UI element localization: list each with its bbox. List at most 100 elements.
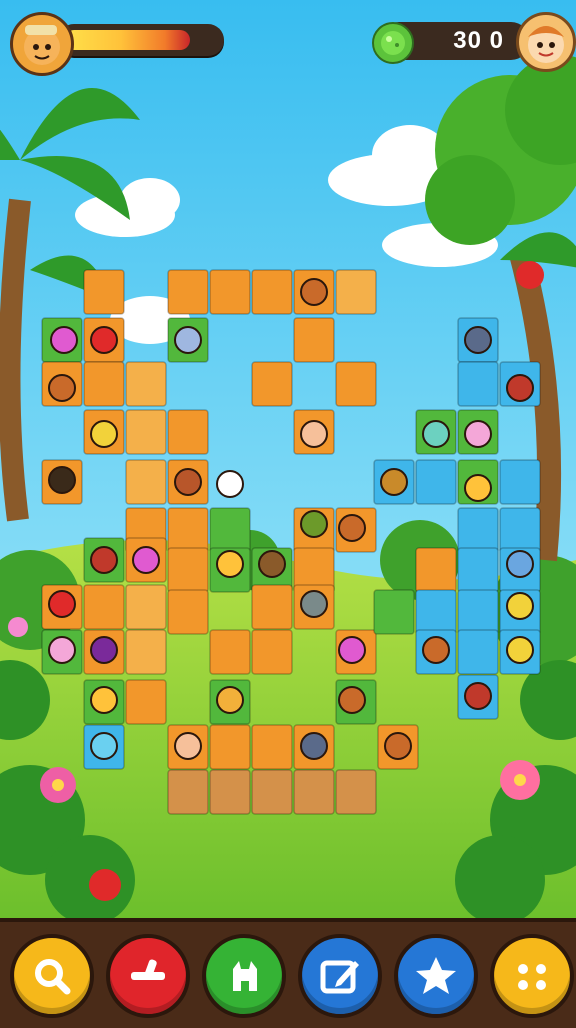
character-button[interactable]: [202, 934, 286, 1018]
board-tile[interactable]: [415, 459, 457, 505]
game-piece[interactable]: [216, 550, 244, 578]
board-tile[interactable]: [209, 769, 251, 815]
game-piece[interactable]: [464, 474, 492, 502]
game-piece[interactable]: [48, 590, 76, 618]
game-piece[interactable]: [48, 374, 76, 402]
dots-face-icon: [518, 964, 546, 990]
board-tile[interactable]: [293, 769, 335, 815]
game-piece[interactable]: [48, 636, 76, 664]
board-tile[interactable]: [251, 629, 293, 675]
board-tile[interactable]: [457, 507, 499, 553]
board-tile[interactable]: [125, 361, 167, 407]
search-button[interactable]: [10, 934, 94, 1018]
board-tile[interactable]: [335, 269, 377, 315]
action-toolbar: [0, 918, 576, 1028]
board-tile[interactable]: [251, 584, 293, 630]
board-tile[interactable]: [499, 459, 541, 505]
favorite-button[interactable]: [394, 934, 478, 1018]
game-piece[interactable]: [464, 682, 492, 710]
game-piece[interactable]: [464, 326, 492, 354]
game-piece[interactable]: [506, 374, 534, 402]
game-piece[interactable]: [90, 636, 118, 664]
board-tile[interactable]: [335, 361, 377, 407]
boy-face-icon[interactable]: [516, 12, 576, 72]
board-tile[interactable]: [335, 769, 377, 815]
game-piece[interactable]: [422, 636, 450, 664]
game-piece[interactable]: [216, 686, 244, 714]
creature-icon: [233, 961, 257, 991]
hero-face-icon[interactable]: [10, 12, 74, 76]
board-tile[interactable]: [125, 679, 167, 725]
cross-minus-icon: [131, 959, 165, 980]
game-piece[interactable]: [50, 326, 78, 354]
board-tile[interactable]: [373, 589, 415, 635]
board-tile[interactable]: [83, 361, 125, 407]
board-tile[interactable]: [251, 724, 293, 770]
board-tile[interactable]: [251, 769, 293, 815]
board-tile[interactable]: [251, 269, 293, 315]
game-piece[interactable]: [338, 686, 366, 714]
game-piece[interactable]: [422, 420, 450, 448]
board-tile[interactable]: [499, 507, 541, 553]
board-tile[interactable]: [167, 769, 209, 815]
board-tile[interactable]: [251, 361, 293, 407]
board-tile[interactable]: [457, 629, 499, 675]
game-piece[interactable]: [506, 636, 534, 664]
board-tile[interactable]: [83, 269, 125, 315]
board-tile[interactable]: [293, 317, 335, 363]
game-piece[interactable]: [90, 686, 118, 714]
game-piece[interactable]: [174, 326, 202, 354]
pencil-box-icon: [320, 960, 359, 994]
game-piece[interactable]: [506, 550, 534, 578]
game-piece[interactable]: [338, 514, 366, 542]
game-piece[interactable]: [300, 278, 328, 306]
game-piece[interactable]: [300, 590, 328, 618]
board-tile[interactable]: [125, 459, 167, 505]
board-tile[interactable]: [125, 409, 167, 455]
board-tile[interactable]: [209, 507, 251, 553]
game-piece[interactable]: [300, 510, 328, 538]
board-tile[interactable]: [209, 269, 251, 315]
game-piece[interactable]: [216, 470, 244, 498]
board-tile[interactable]: [167, 547, 209, 593]
board-tile[interactable]: [415, 589, 457, 635]
game-piece[interactable]: [506, 592, 534, 620]
board-tile[interactable]: [125, 584, 167, 630]
board-tile[interactable]: [209, 724, 251, 770]
board-tile[interactable]: [167, 507, 209, 553]
board-tile[interactable]: [167, 409, 209, 455]
game-piece[interactable]: [90, 546, 118, 574]
edit-button[interactable]: [298, 934, 382, 1018]
game-piece[interactable]: [174, 468, 202, 496]
game-piece[interactable]: [338, 636, 366, 664]
game-piece[interactable]: [132, 546, 160, 574]
remove-button[interactable]: [106, 934, 190, 1018]
game-piece[interactable]: [464, 420, 492, 448]
menu-button[interactable]: [490, 934, 574, 1018]
game-piece[interactable]: [384, 732, 412, 760]
board-tile[interactable]: [125, 629, 167, 675]
game-piece[interactable]: [300, 420, 328, 448]
game-piece[interactable]: [300, 732, 328, 760]
board-tile[interactable]: [209, 629, 251, 675]
game-scene: [0, 0, 576, 925]
game-piece[interactable]: [380, 468, 408, 496]
star-icon: [416, 957, 456, 994]
score-value: 30 0: [453, 27, 504, 54]
board-tile[interactable]: [83, 584, 125, 630]
game-piece[interactable]: [90, 326, 118, 354]
health-bar: [58, 24, 224, 56]
game-piece[interactable]: [90, 732, 118, 760]
board-tile[interactable]: [457, 589, 499, 635]
board-tile[interactable]: [167, 589, 209, 635]
game-piece[interactable]: [258, 550, 286, 578]
magnifier-icon: [35, 959, 71, 995]
game-piece[interactable]: [90, 420, 118, 448]
board-tile[interactable]: [415, 547, 457, 593]
health-bar-fill: [64, 30, 191, 50]
board-tile[interactable]: [167, 269, 209, 315]
game-piece[interactable]: [48, 466, 76, 494]
game-piece[interactable]: [174, 732, 202, 760]
board-tile[interactable]: [457, 547, 499, 593]
board-tile[interactable]: [457, 361, 499, 407]
